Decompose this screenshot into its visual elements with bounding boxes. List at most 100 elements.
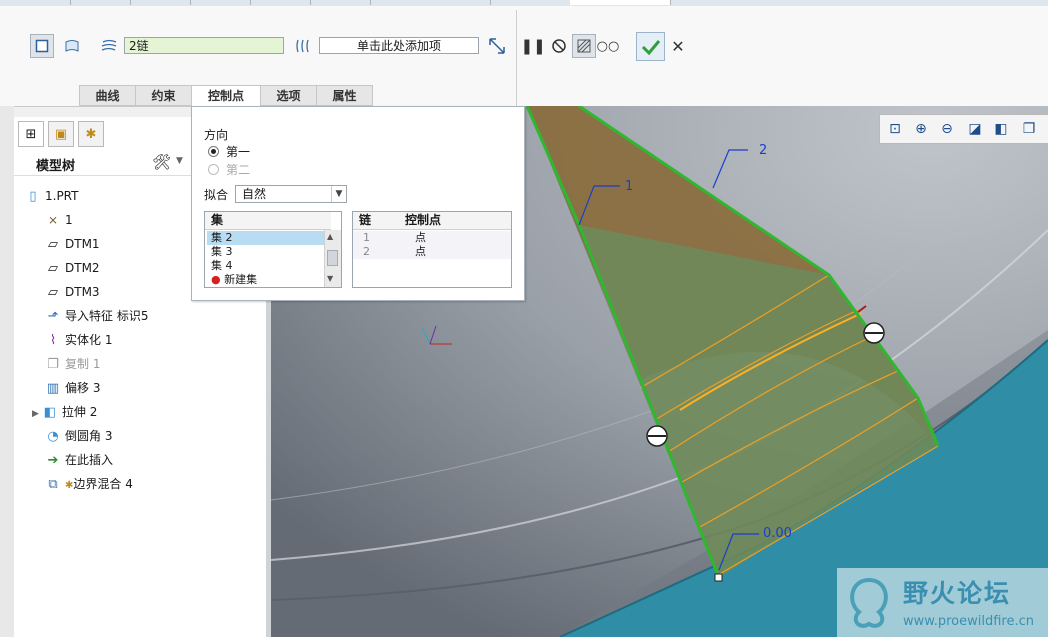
expand-arrow-icon[interactable]: ▶ <box>32 409 39 419</box>
sets-header: 集 <box>205 212 331 230</box>
no-preview-icon <box>552 39 566 53</box>
tab-curves[interactable]: 曲线 <box>79 85 136 106</box>
tree-item[interactable]: ▱ DTM3 <box>44 281 100 303</box>
fit-value: 自然 <box>242 187 267 201</box>
table-row[interactable]: 2 点 <box>353 245 511 259</box>
ok-button[interactable] <box>636 32 665 61</box>
red-dot-icon: ● <box>211 273 221 286</box>
ribbon-tab[interactable] <box>130 0 191 5</box>
tree-item[interactable]: ▯ 1.PRT <box>24 185 78 207</box>
zoom-out-button[interactable]: ⊖ <box>936 118 958 140</box>
chain-1-label[interactable]: 1 <box>625 179 633 194</box>
ribbon-tab[interactable] <box>490 0 571 5</box>
chain-points-table[interactable]: 链 控制点 1 点 2 点 <box>352 211 512 288</box>
chain-cell: 1 <box>363 231 370 244</box>
zoom-in-button[interactable]: ⊕ <box>910 118 932 140</box>
tree-item[interactable]: ▱ DTM2 <box>44 257 100 279</box>
datum-plane-icon: ▱ <box>48 261 58 276</box>
tree-item[interactable]: ⨯ 1 <box>44 209 73 231</box>
csys-icon: ⨯ <box>47 213 59 227</box>
square-icon <box>35 39 49 53</box>
watermark-url: www.proewildfire.cn <box>903 614 1034 629</box>
tab-favorites[interactable]: ✱ <box>78 121 104 147</box>
tree-item[interactable]: ▥ 偏移 3 <box>44 377 101 399</box>
tree-item[interactable]: ❐ 复制 1 <box>44 353 100 375</box>
ribbon-tab[interactable] <box>0 0 71 5</box>
tree-item[interactable]: ▶ ◧ 拉伸 2 <box>32 401 97 423</box>
tree-item[interactable]: ⧉ ✱边界混合 4 <box>44 473 133 495</box>
point-cell[interactable]: 点 <box>415 231 426 245</box>
add-item-field[interactable]: 单击此处添加项 <box>319 37 479 54</box>
chevron-down-icon[interactable]: ▼ <box>176 156 183 166</box>
watermark: 野火论坛 www.proewildfire.cn <box>837 568 1048 637</box>
pause-icon: ❚❚ <box>520 37 546 55</box>
first-direction-icon <box>97 34 121 58</box>
second-direction-radio[interactable] <box>208 164 219 175</box>
chevron-down-icon[interactable]: ▼ <box>331 186 346 202</box>
swap-arrow-icon <box>489 38 505 54</box>
surface-mode-button[interactable] <box>60 34 84 58</box>
control-point-handle <box>646 425 668 447</box>
fit-select[interactable]: 自然 ▼ <box>235 185 347 203</box>
verify-mode-button[interactable]: ○○ <box>596 34 620 58</box>
new-set-item[interactable]: ● 新建集 <box>207 273 257 287</box>
tab-properties[interactable]: 属性 <box>316 85 373 106</box>
curve-mode-button[interactable] <box>30 34 54 58</box>
tree-item[interactable]: ◔ 倒圆角 3 <box>44 425 112 447</box>
ribbon-tab-active[interactable] <box>570 0 671 5</box>
ribbon-tab[interactable] <box>370 0 491 5</box>
pause-button[interactable]: ❚❚ <box>520 34 546 58</box>
folder-icon: ▣ <box>54 126 68 142</box>
refit-icon: ⊡ <box>889 121 901 137</box>
first-direction-radio[interactable] <box>208 146 219 157</box>
zoom-out-icon: ⊖ <box>941 121 953 137</box>
set-item[interactable]: 集 2 <box>207 231 326 245</box>
tree-item[interactable]: ⬏ 导入特征 标识5 <box>44 305 149 327</box>
shaded-icon: ◧ <box>994 121 1008 137</box>
cancel-button[interactable]: ✕ <box>666 34 690 58</box>
sets-list[interactable]: 集 集 2 集 3 集 4 ● 新建集 ▲ ▼ <box>204 211 342 288</box>
ribbon-tab[interactable] <box>310 0 371 5</box>
part-icon: ▯ <box>29 189 37 204</box>
control-points-panel: 方向 第一 第二 拟合 自然 ▼ 集 集 2 集 3 集 4 ● 新建集 ▲ ▼… <box>191 106 525 301</box>
value-label[interactable]: 0.00 <box>763 526 792 541</box>
new-set-label: 新建集 <box>224 273 258 286</box>
first-direction-label: 第一 <box>226 145 251 159</box>
set-item[interactable]: 集 3 <box>207 245 233 259</box>
set-item[interactable]: 集 4 <box>207 259 233 273</box>
datum-plane-icon: ▱ <box>48 285 58 300</box>
tree-settings-button[interactable]: 🛠 <box>152 153 171 171</box>
ribbon-tab[interactable] <box>190 0 251 5</box>
preview-button[interactable] <box>572 34 596 58</box>
tree-item[interactable]: ➔ 在此插入 <box>44 449 113 471</box>
star-icon: ✱ <box>85 126 97 142</box>
tab-model-tree[interactable]: ⊞ <box>18 121 44 147</box>
extrude-icon: ◧ <box>43 405 57 420</box>
tree-icon: ⊞ <box>25 126 37 142</box>
swap-direction-button[interactable] <box>485 34 509 58</box>
tree-item[interactable]: ▱ DTM1 <box>44 233 100 255</box>
display-style-button[interactable]: ◧ <box>990 118 1012 140</box>
point-cell[interactable]: 点 <box>415 245 426 259</box>
table-row[interactable]: 1 点 <box>353 231 511 245</box>
offset-icon: ▥ <box>46 381 60 396</box>
insert-here-icon: ➔ <box>47 453 59 468</box>
sets-scrollbar[interactable]: ▲ ▼ <box>324 230 341 287</box>
saved-views-button[interactable]: ❐ <box>1018 118 1040 140</box>
tab-options[interactable]: 选项 <box>260 85 317 106</box>
tree-item[interactable]: ⌇ 实体化 1 <box>44 329 113 351</box>
tab-control-points[interactable]: 控制点 <box>191 85 261 107</box>
refit-button[interactable]: ⊡ <box>884 118 906 140</box>
chain-header: 链 <box>359 213 372 227</box>
tools-icon: 🛠 <box>152 153 172 171</box>
tab-folder-browser[interactable]: ▣ <box>48 121 74 147</box>
watermark-logo-icon <box>850 577 888 628</box>
second-direction-label: 第二 <box>226 163 251 177</box>
ribbon-tab[interactable] <box>250 0 311 5</box>
repaint-button[interactable]: ◪ <box>964 118 986 140</box>
chain-2-label[interactable]: 2 <box>759 143 767 158</box>
tab-constraints[interactable]: 约束 <box>135 85 192 106</box>
no-preview-button[interactable] <box>547 34 571 58</box>
chain-collector-field[interactable]: 2链 <box>124 37 284 54</box>
ribbon-tab[interactable] <box>70 0 131 5</box>
